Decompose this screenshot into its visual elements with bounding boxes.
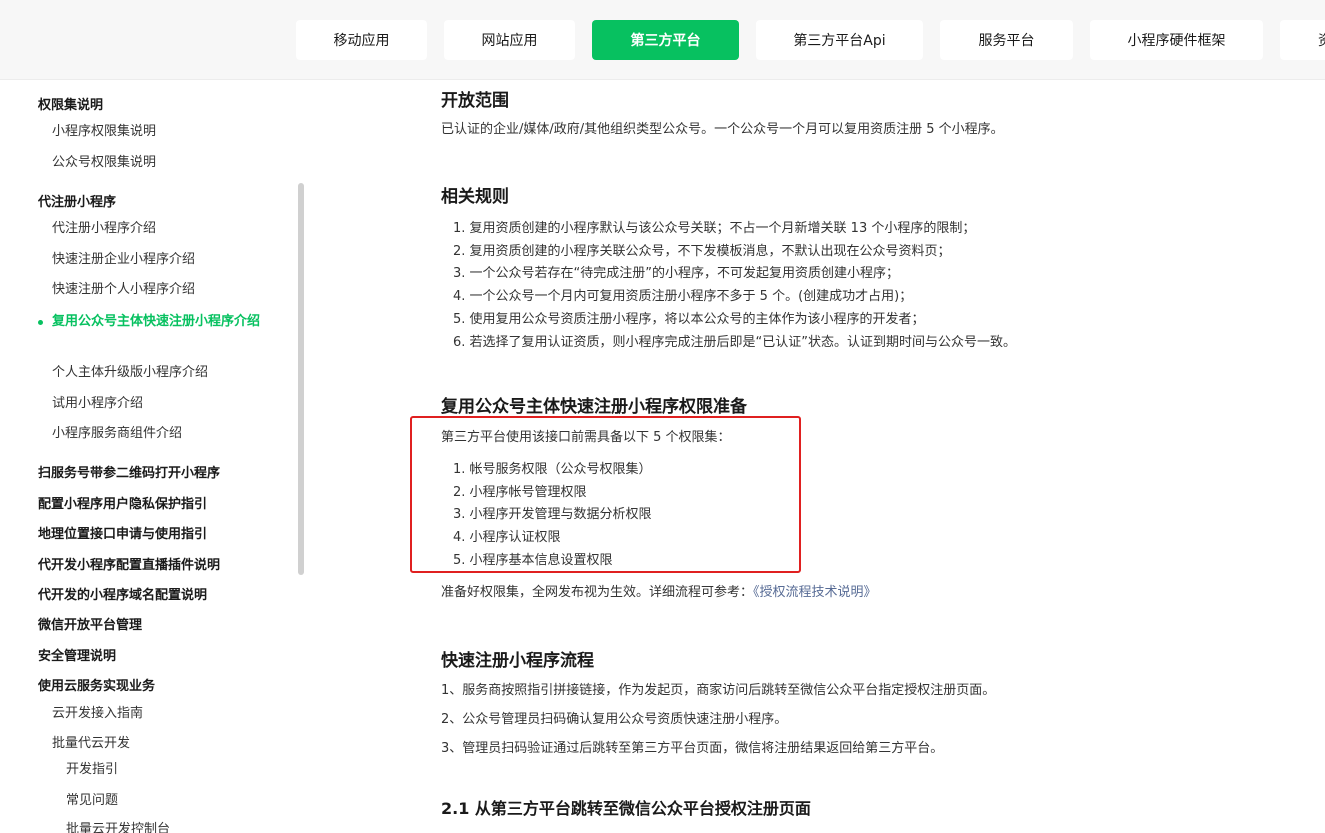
list-item: 1. 复用资质创建的小程序默认与该公众号关联；不占一个月新增关联 13 个小程序… — [453, 221, 976, 236]
list-item: 3. 一个公众号若存在“待完成注册”的小程序，不可发起复用资质创建小程序； — [453, 266, 900, 282]
sidebar-item-batch-cloud-dev[interactable]: 批量代云开发 — [52, 734, 130, 754]
sidebar-item-permission-sets[interactable]: 权限集说明 — [38, 96, 103, 116]
sidebar-item-cloud-service[interactable]: 使用云服务实现业务 — [38, 677, 155, 697]
list-item: 2. 小程序帐号管理权限 — [453, 484, 587, 500]
sidebar-item-register-intro[interactable]: 代注册小程序介绍 — [52, 219, 156, 239]
flow-step-2: 2、公众号管理员扫码确认复用公众号资质快速注册小程序。 — [441, 712, 788, 727]
list-item: 4. 一个公众号一个月内可复用资质注册小程序不多于 5 个。(创建成功才占用)； — [453, 289, 913, 305]
rules-list: 1. 复用资质创建的小程序默认与该公众号关联；不占一个月新增关联 13 个小程序… — [453, 218, 1016, 354]
sidebar-item-cloud-dev-guide[interactable]: 云开发接入指南 — [52, 704, 143, 724]
permissions-note: 准备好权限集，全网发布视为生效。详细流程可参考：《授权流程技术说明》 — [441, 583, 877, 603]
sidebar-scrollbar[interactable] — [298, 183, 304, 575]
heading-permissions: 复用公众号主体快速注册小程序权限准备 — [441, 397, 747, 417]
heading-section-2-1: 2.1 从第三方平台跳转至微信公众平台授权注册页面 — [441, 799, 811, 818]
heading-scope: 开放范围 — [441, 91, 509, 111]
sidebar-item-official-account-permissions[interactable]: 公众号权限集说明 — [52, 153, 156, 173]
sidebar-item-security[interactable]: 安全管理说明 — [38, 647, 116, 667]
sidebar-item-trial-miniprogram[interactable]: 试用小程序介绍 — [52, 394, 143, 414]
tab-website-app[interactable]: 网站应用 — [444, 20, 575, 60]
tab-miniprogram-hardware[interactable]: 小程序硬件框架 — [1090, 20, 1263, 60]
list-item: 4. 小程序认证权限 — [453, 530, 561, 546]
sidebar-item-provider-components[interactable]: 小程序服务商组件介绍 — [52, 424, 182, 444]
sidebar-item-dev-guide[interactable]: 开发指引 — [66, 760, 118, 780]
tab-third-party-api[interactable]: 第三方平台Api — [756, 20, 923, 60]
list-item: 2. 复用资质创建的小程序关联公众号，不下发模板消息，不默认出现在公众号资料页； — [453, 243, 951, 259]
sidebar-item-domain-config[interactable]: 代开发的小程序域名配置说明 — [38, 586, 207, 606]
heading-rules: 相关规则 — [441, 187, 509, 207]
top-tab-bar: 移动应用 网站应用 第三方平台 第三方平台Api 服务平台 小程序硬件框架 资 — [0, 0, 1325, 80]
list-item: 6. 若选择了复用认证资质，则小程序完成注册后即是“已认证”状态。认证到期时间与… — [453, 334, 1017, 350]
sidebar-item-reuse-account-register[interactable]: 复用公众号主体快速注册小程序介绍 — [52, 311, 272, 333]
tab-third-party-platform[interactable]: 第三方平台 — [592, 20, 739, 60]
sidebar-item-privacy-guide[interactable]: 配置小程序用户隐私保护指引 — [38, 495, 207, 515]
sidebar-item-personal-upgrade[interactable]: 个人主体升级版小程序介绍 — [52, 363, 208, 383]
sidebar-item-register-miniprogram[interactable]: 代注册小程序 — [38, 193, 116, 213]
permissions-note-text: 准备好权限集，全网发布视为生效。详细流程可参考： — [441, 585, 754, 600]
permissions-intro: 第三方平台使用该接口前需具备以下 5 个权限集： — [441, 430, 731, 445]
sidebar-item-faq[interactable]: 常见问题 — [66, 791, 118, 811]
sidebar-item-live-plugin[interactable]: 代开发小程序配置直播插件说明 — [38, 556, 220, 576]
sidebar-item-fast-register-enterprise[interactable]: 快速注册企业小程序介绍 — [52, 250, 195, 270]
auth-flow-doc-link[interactable]: 《授权流程技术说明》 — [753, 585, 877, 600]
sidebar-item-open-platform-manage[interactable]: 微信开放平台管理 — [38, 616, 142, 636]
list-item: 5. 小程序基本信息设置权限 — [453, 552, 613, 568]
list-item: 1. 帐号服务权限（公众号权限集） — [453, 462, 652, 477]
scope-text: 已认证的企业/媒体/政府/其他组织类型公众号。一个公众号一个月可以复用资质注册 … — [441, 122, 1004, 137]
sidebar-item-batch-console[interactable]: 批量云开发控制台 — [66, 820, 170, 833]
active-indicator-dot — [38, 320, 43, 325]
list-item: 5. 使用复用公众号资质注册小程序，将以本公众号的主体作为该小程序的开发者； — [453, 311, 925, 327]
list-item: 3. 小程序开发管理与数据分析权限 — [453, 507, 652, 523]
sidebar-item-qrcode-open[interactable]: 扫服务号带参二维码打开小程序 — [38, 464, 220, 484]
flow-step-1: 1、服务商按照指引拼接链接，作为发起页，商家访问后跳转至微信公众平台指定授权注册… — [441, 683, 996, 698]
sidebar-item-fast-register-personal[interactable]: 快速注册个人小程序介绍 — [52, 280, 195, 300]
flow-step-3: 3、管理员扫码验证通过后跳转至第三方平台页面，微信将注册结果返回给第三方平台。 — [441, 741, 944, 756]
sidebar-item-miniprogram-permissions[interactable]: 小程序权限集说明 — [52, 122, 156, 142]
heading-flow: 快速注册小程序流程 — [441, 651, 594, 671]
sidebar-item-location-api[interactable]: 地理位置接口申请与使用指引 — [38, 525, 207, 545]
tab-service-platform[interactable]: 服务平台 — [940, 20, 1073, 60]
main-content: 开放范围 已认证的企业/媒体/政府/其他组织类型公众号。一个公众号一个月可以复用… — [441, 80, 1325, 833]
permissions-list: 1. 帐号服务权限（公众号权限集） 2. 小程序帐号管理权限 3. 小程序开发管… — [453, 459, 652, 573]
tab-mobile-app[interactable]: 移动应用 — [296, 20, 427, 60]
tab-more[interactable]: 资 — [1280, 20, 1325, 60]
